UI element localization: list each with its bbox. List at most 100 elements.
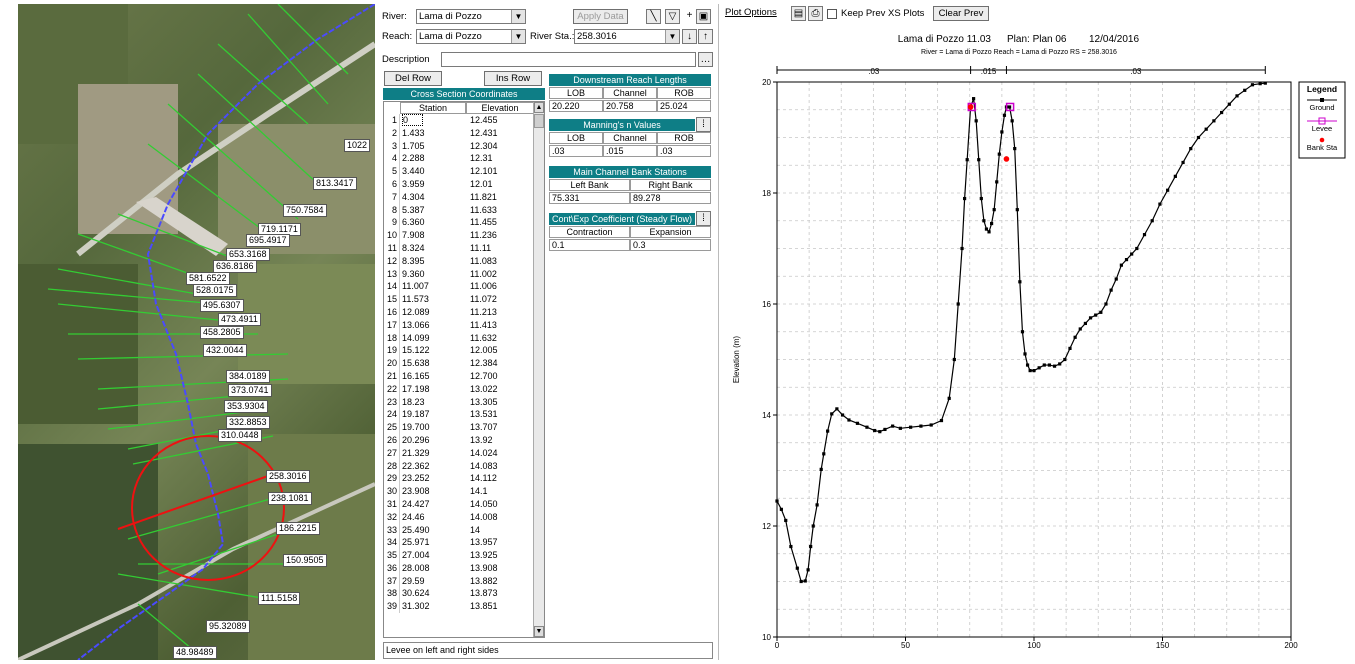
table-row[interactable]: 29 23.252 14.112 bbox=[384, 472, 534, 486]
table-row[interactable]: 22 17.198 13.022 bbox=[384, 382, 534, 396]
xs-label[interactable]: 353.9304 bbox=[224, 400, 268, 413]
elevation-cell[interactable]: 14.008 bbox=[470, 511, 530, 524]
xs-label[interactable]: 473.4911 bbox=[218, 313, 261, 326]
station-cell[interactable]: 11.007 bbox=[402, 280, 464, 293]
elevation-cell[interactable]: 13.925 bbox=[470, 549, 530, 562]
table-row[interactable]: 26 20.296 13.92 bbox=[384, 433, 534, 447]
table-row[interactable]: 14 11.007 11.006 bbox=[384, 280, 534, 294]
coefficient-options-icon[interactable]: ⁞ bbox=[696, 211, 711, 226]
station-cell[interactable]: 31.302 bbox=[402, 600, 464, 613]
station-cell[interactable]: 11.573 bbox=[402, 293, 464, 306]
station-cell[interactable]: 3.440 bbox=[402, 165, 464, 178]
elevation-cell[interactable]: 13.305 bbox=[470, 396, 530, 409]
xs-label[interactable]: 238.1081 bbox=[268, 492, 312, 505]
elevation-cell[interactable]: 13.882 bbox=[470, 575, 530, 588]
cross-section-chart[interactable]: Lama di Pozzo 11.03 Plan: Plan 06 12/04/… bbox=[719, 4, 1347, 654]
station-cell[interactable]: 4.304 bbox=[402, 191, 464, 204]
table-row[interactable]: 25 19.700 13.707 bbox=[384, 421, 534, 434]
scroll-up-icon[interactable]: ▲ bbox=[534, 102, 544, 113]
right-bank-input[interactable]: 89.278 bbox=[630, 192, 711, 204]
station-cell[interactable]: 15.122 bbox=[402, 344, 464, 357]
station-cell[interactable]: 3.959 bbox=[402, 178, 464, 191]
station-cell[interactable]: 1.433 bbox=[402, 127, 464, 140]
table-row[interactable]: 17 13.066 11.413 bbox=[384, 318, 534, 332]
xs-label[interactable]: 458.2805 bbox=[200, 326, 244, 339]
station-cell[interactable]: 27.004 bbox=[402, 549, 464, 562]
table-row[interactable]: 20 15.638 12.384 bbox=[384, 357, 534, 370]
elevation-cell[interactable]: 11.072 bbox=[470, 293, 530, 306]
station-cell[interactable]: 6.360 bbox=[402, 216, 464, 229]
plot-xs-icon[interactable]: ╲ bbox=[646, 9, 661, 24]
elevation-cell[interactable]: 12.700 bbox=[470, 370, 530, 383]
lob-length-input[interactable]: 20.220 bbox=[549, 100, 603, 112]
elevation-cell[interactable]: 12.01 bbox=[470, 178, 530, 191]
elevation-cell[interactable]: 11.821 bbox=[470, 191, 530, 204]
xs-label[interactable]: 310.0448 bbox=[218, 429, 262, 442]
station-cell[interactable]: 25.490 bbox=[402, 524, 464, 537]
aerial-map-view[interactable]: 1022 813.3417 750.7584 719.1171 695.4917… bbox=[18, 4, 375, 660]
station-cell[interactable]: 19.700 bbox=[402, 421, 464, 434]
station-cell[interactable]: 8.395 bbox=[402, 255, 464, 268]
elevation-cell[interactable]: 14.083 bbox=[470, 460, 530, 473]
ins-row-button[interactable]: Ins Row bbox=[484, 71, 542, 86]
table-row[interactable]: 6 3.959 12.01 bbox=[384, 177, 534, 191]
elevation-cell[interactable]: 13.92 bbox=[470, 434, 530, 447]
xs-coordinates-table[interactable]: Station Elevation 1 0 12.455 2 1.433 12.431 3 1… bbox=[383, 101, 545, 638]
elevation-cell[interactable]: 12.431 bbox=[470, 127, 530, 140]
station-cell[interactable]: 24.46 bbox=[402, 511, 464, 524]
table-row[interactable]: 35 27.004 13.925 bbox=[384, 549, 534, 562]
station-cell[interactable]: 21.329 bbox=[402, 447, 464, 460]
station-cell[interactable]: 17.198 bbox=[402, 383, 464, 396]
table-row[interactable]: 16 12.089 11.213 bbox=[384, 305, 534, 319]
add-icon[interactable]: + bbox=[682, 9, 697, 24]
manning-channel-input[interactable]: .015 bbox=[603, 145, 657, 157]
picture-icon[interactable]: ▣ bbox=[696, 9, 711, 24]
station-cell[interactable]: 9.360 bbox=[402, 268, 464, 281]
scroll-down-icon[interactable]: ▼ bbox=[534, 626, 544, 637]
expansion-input[interactable]: 0.3 bbox=[630, 239, 711, 251]
table-row[interactable]: 2 1.433 12.431 bbox=[384, 126, 534, 140]
elevation-cell[interactable]: 11.083 bbox=[470, 255, 530, 268]
chevron-down-icon[interactable]: ▼ bbox=[511, 30, 525, 43]
elevation-cell[interactable]: 14.050 bbox=[470, 498, 530, 511]
elevation-cell[interactable]: 12.304 bbox=[470, 140, 530, 153]
table-row[interactable]: 5 3.440 12.101 bbox=[384, 165, 534, 178]
station-cell[interactable]: 5.387 bbox=[402, 204, 464, 217]
elevation-cell[interactable]: 11.413 bbox=[470, 319, 530, 332]
xs-label[interactable]: 186.2215 bbox=[276, 522, 320, 535]
left-bank-input[interactable]: 75.331 bbox=[549, 192, 630, 204]
station-cell[interactable]: 12.089 bbox=[402, 306, 464, 319]
table-row[interactable]: 4 2.288 12.31 bbox=[384, 152, 534, 166]
elevation-cell[interactable]: 13.908 bbox=[470, 562, 530, 575]
station-cell[interactable]: 19.187 bbox=[402, 408, 464, 421]
table-row[interactable]: 19 15.122 12.005 bbox=[384, 344, 534, 358]
table-row[interactable]: 15 11.573 11.072 bbox=[384, 293, 534, 306]
table-row[interactable]: 24 19.187 13.531 bbox=[384, 408, 534, 422]
contraction-input[interactable]: 0.1 bbox=[549, 239, 630, 251]
river-sta-select[interactable]: 258.3016 ▼ bbox=[574, 29, 680, 44]
table-row[interactable]: 3 1.705 12.304 bbox=[384, 139, 534, 153]
elevation-cell[interactable]: 13.851 bbox=[470, 600, 530, 613]
station-cell[interactable]: 0 bbox=[402, 114, 464, 127]
xs-label[interactable]: 813.3417 bbox=[313, 177, 357, 190]
xs-label[interactable]: 150.9505 bbox=[283, 554, 327, 567]
station-cell[interactable]: 7.908 bbox=[402, 229, 464, 242]
table-row[interactable]: 21 16.165 12.700 bbox=[384, 369, 534, 383]
station-cell[interactable]: 8.324 bbox=[402, 242, 464, 255]
arrow-up-icon[interactable]: ↑ bbox=[698, 29, 713, 44]
table-row[interactable]: 10 7.908 11.236 bbox=[384, 229, 534, 242]
table-row[interactable]: 27 21.329 14.024 bbox=[384, 446, 534, 460]
table-row[interactable]: 32 24.46 14.008 bbox=[384, 510, 534, 524]
xs-label[interactable]: 95.32089 bbox=[206, 620, 250, 633]
table-row[interactable]: 31 24.427 14.050 bbox=[384, 497, 534, 511]
elevation-cell[interactable]: 11.213 bbox=[470, 306, 530, 319]
station-cell[interactable]: 16.165 bbox=[402, 370, 464, 383]
elevation-cell[interactable]: 13.873 bbox=[470, 587, 530, 600]
xs-label[interactable]: 432.0044 bbox=[203, 344, 247, 357]
del-row-button[interactable]: Del Row bbox=[384, 71, 442, 86]
table-row[interactable]: 39 31.302 13.851 bbox=[384, 600, 534, 614]
elevation-cell[interactable]: 12.005 bbox=[470, 344, 530, 357]
ellipsis-icon[interactable]: … bbox=[698, 52, 713, 67]
xs-label[interactable]: 332.8853 bbox=[226, 416, 270, 429]
station-cell[interactable]: 14.099 bbox=[402, 332, 464, 345]
